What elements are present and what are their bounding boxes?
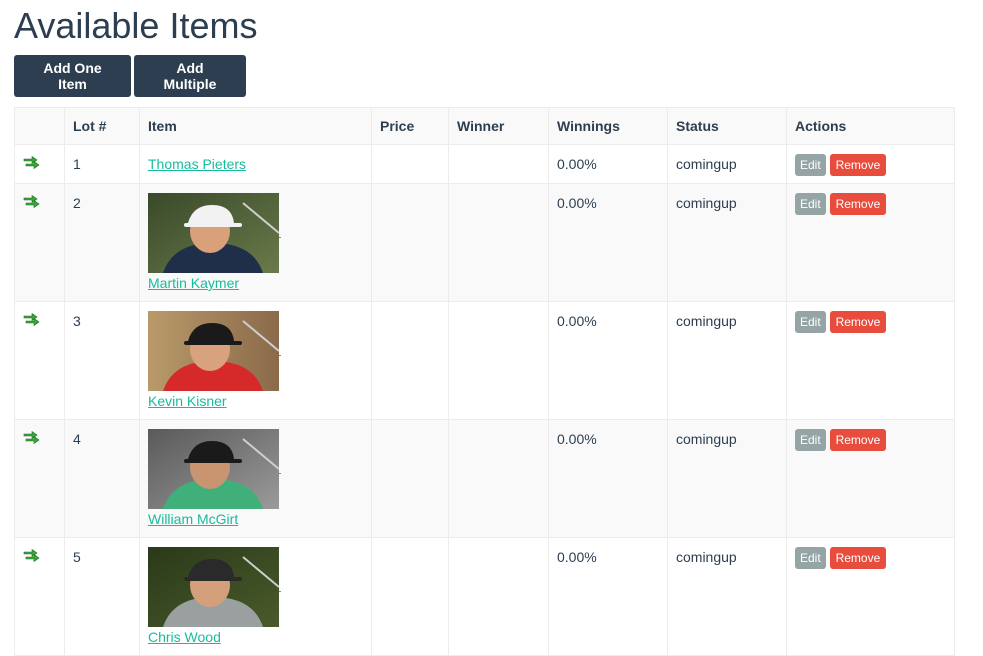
- move-arrows-icon[interactable]: [23, 195, 41, 209]
- remove-button[interactable]: Remove: [829, 193, 887, 215]
- edit-button[interactable]: Edit: [795, 154, 826, 176]
- move-arrows-icon[interactable]: [23, 431, 41, 445]
- remove-button[interactable]: Remove: [829, 429, 887, 451]
- remove-button[interactable]: Remove: [829, 311, 887, 333]
- header-status: Status: [667, 107, 787, 145]
- item-cell: Kevin Kisner: [139, 301, 372, 420]
- edit-button[interactable]: Edit: [795, 429, 826, 451]
- item-photo-link[interactable]: [148, 193, 363, 273]
- edit-button[interactable]: Edit: [795, 193, 826, 215]
- table-row: 5 Chris Wood 0.00% comingup Edit Remove: [14, 537, 955, 656]
- move-arrows-icon[interactable]: [23, 549, 41, 563]
- move-cell: [14, 183, 65, 302]
- edit-button[interactable]: Edit: [795, 547, 826, 569]
- link-underline: [279, 473, 281, 474]
- page-title: Available Items: [14, 5, 258, 46]
- items-table: Lot # Item Price Winner Winnings Status …: [14, 107, 955, 656]
- price-cell: [371, 419, 449, 538]
- winner-cell: [448, 537, 549, 656]
- remove-button[interactable]: Remove: [829, 154, 887, 176]
- item-name-link[interactable]: Thomas Pieters: [148, 156, 246, 172]
- move-cell: [14, 419, 65, 538]
- table-row: 2 Martin Kaymer 0.00% comingup Edit Remove: [14, 183, 955, 302]
- status-cell: comingup: [667, 301, 787, 420]
- add-one-item-button[interactable]: Add One Item: [14, 55, 131, 97]
- link-underline: [279, 355, 281, 356]
- winnings-cell: 0.00%: [548, 183, 668, 302]
- lot-cell: 4: [64, 419, 140, 538]
- item-photo-link[interactable]: [148, 547, 363, 627]
- table-header-row: Lot # Item Price Winner Winnings Status …: [14, 107, 955, 145]
- price-cell: [371, 144, 449, 184]
- header-price: Price: [371, 107, 449, 145]
- item-name-link[interactable]: Kevin Kisner: [148, 393, 227, 409]
- header-move: [14, 107, 65, 145]
- winner-cell: [448, 301, 549, 420]
- player-photo[interactable]: [148, 311, 279, 391]
- item-cell: William McGirt: [139, 419, 372, 538]
- table-row: 1 Thomas Pieters 0.00% comingup Edit Remove: [14, 144, 955, 184]
- header-lot: Lot #: [64, 107, 140, 145]
- actions-cell: Edit Remove: [786, 144, 955, 184]
- header-item: Item: [139, 107, 372, 145]
- item-name-link[interactable]: Chris Wood: [148, 629, 221, 645]
- move-cell: [14, 144, 65, 184]
- lot-cell: 3: [64, 301, 140, 420]
- winner-cell: [448, 144, 549, 184]
- winner-cell: [448, 183, 549, 302]
- status-cell: comingup: [667, 144, 787, 184]
- lot-cell: 5: [64, 537, 140, 656]
- move-cell: [14, 301, 65, 420]
- lot-cell: 1: [64, 144, 140, 184]
- player-photo[interactable]: [148, 547, 279, 627]
- actions-cell: Edit Remove: [786, 183, 955, 302]
- table-row: 4 William McGirt 0.00% comingup Edit Remove: [14, 419, 955, 538]
- player-photo[interactable]: [148, 193, 279, 273]
- item-cell: Chris Wood: [139, 537, 372, 656]
- price-cell: [371, 537, 449, 656]
- edit-button[interactable]: Edit: [795, 311, 826, 333]
- status-cell: comingup: [667, 537, 787, 656]
- actions-cell: Edit Remove: [786, 301, 955, 420]
- item-cell: Martin Kaymer: [139, 183, 372, 302]
- remove-button[interactable]: Remove: [829, 547, 887, 569]
- lot-cell: 2: [64, 183, 140, 302]
- winnings-cell: 0.00%: [548, 144, 668, 184]
- price-cell: [371, 301, 449, 420]
- item-name-link[interactable]: William McGirt: [148, 511, 238, 527]
- header-winner: Winner: [448, 107, 549, 145]
- table-body: 1 Thomas Pieters 0.00% comingup Edit Remove 2…: [14, 144, 955, 656]
- winnings-cell: 0.00%: [548, 537, 668, 656]
- item-cell: Thomas Pieters: [139, 144, 372, 184]
- item-photo-link[interactable]: [148, 429, 363, 509]
- move-arrows-icon[interactable]: [23, 313, 41, 327]
- page: Available Items Add One Item Add Multipl…: [0, 0, 983, 656]
- player-photo[interactable]: [148, 429, 279, 509]
- winner-cell: [448, 419, 549, 538]
- status-cell: comingup: [667, 419, 787, 538]
- price-cell: [371, 183, 449, 302]
- link-underline: [279, 237, 281, 238]
- actions-cell: Edit Remove: [786, 537, 955, 656]
- add-multiple-button[interactable]: Add Multiple: [134, 55, 246, 97]
- table-row: 3 Kevin Kisner 0.00% comingup Edit Remove: [14, 301, 955, 420]
- move-arrows-icon[interactable]: [23, 156, 41, 170]
- item-name-link[interactable]: Martin Kaymer: [148, 275, 239, 291]
- link-underline: [279, 591, 281, 592]
- actions-cell: Edit Remove: [786, 419, 955, 538]
- header-winnings: Winnings: [548, 107, 668, 145]
- winnings-cell: 0.00%: [548, 301, 668, 420]
- move-cell: [14, 537, 65, 656]
- item-photo-link[interactable]: [148, 311, 363, 391]
- winnings-cell: 0.00%: [548, 419, 668, 538]
- header-actions: Actions: [786, 107, 955, 145]
- toolbar: Add One Item Add Multiple: [14, 55, 983, 97]
- status-cell: comingup: [667, 183, 787, 302]
